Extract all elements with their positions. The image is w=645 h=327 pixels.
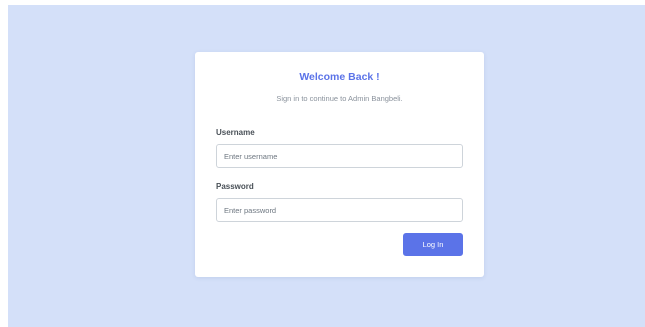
login-button[interactable]: Log In bbox=[403, 233, 463, 256]
login-card: Welcome Back ! Sign in to continue to Ad… bbox=[195, 52, 484, 277]
username-label: Username bbox=[216, 128, 255, 137]
welcome-title: Welcome Back ! bbox=[299, 71, 380, 83]
password-input[interactable] bbox=[216, 198, 463, 222]
password-label: Password bbox=[216, 182, 254, 191]
username-input[interactable] bbox=[216, 144, 463, 168]
signin-subtitle: Sign in to continue to Admin Bangbeli. bbox=[276, 94, 403, 103]
